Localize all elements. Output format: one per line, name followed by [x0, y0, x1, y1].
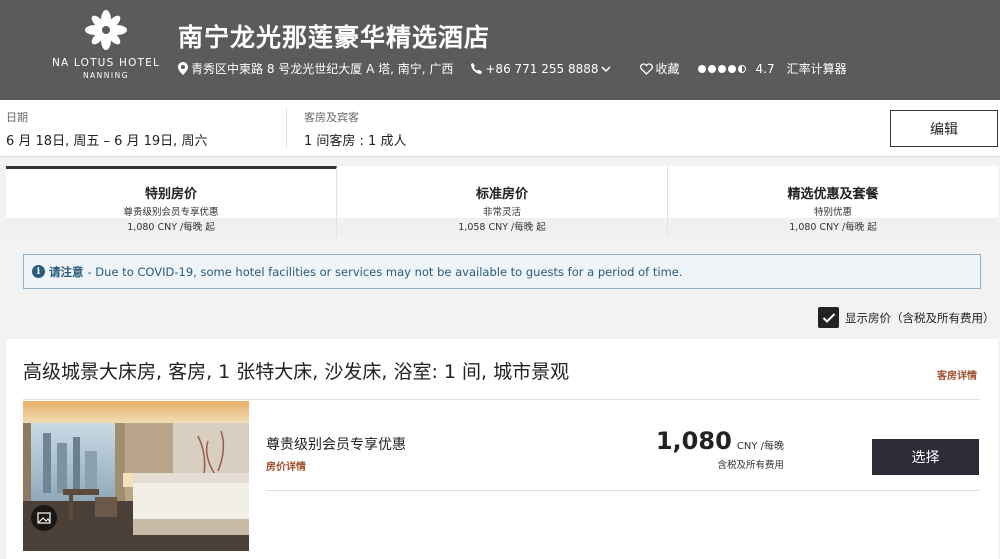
show-price-label: 显示房价（含税及所有费用） — [845, 310, 995, 325]
rating-link[interactable]: 4.7 — [697, 61, 775, 76]
rate-tabs: 特别房价 尊贵级别会员专享优惠 1,080 CNY /每晚 起 标准房价 非常灵… — [6, 166, 998, 238]
rating-dot — [707, 64, 716, 73]
price-block: 1,080 CNY /每晚 含税及所有费用 — [586, 427, 784, 471]
checkmark-icon — [822, 312, 835, 323]
price-amount: 1,080 — [655, 427, 732, 455]
info-icon: i — [32, 265, 45, 278]
tab-packages[interactable]: 精选优惠及套餐 特别优惠 1,080 CNY /每晚 起 — [668, 166, 998, 238]
tab-subtitle: 特别优惠 — [813, 207, 852, 218]
dates-label: 日期 — [6, 111, 28, 124]
room-photo-illustration — [23, 401, 249, 551]
tab-subtitle: 尊贵级别会员专享优惠 — [123, 207, 219, 218]
tab-price: 1,080 CNY /每晚 起 — [668, 218, 998, 238]
logo-subtext: NANNING — [82, 71, 130, 80]
tab-name: 标准房价 — [475, 187, 528, 202]
phone-text: +86 771 255 8888 — [485, 61, 599, 76]
room-details-link[interactable]: 客房详情 — [937, 367, 977, 382]
room-title: 高级城景大床房, 客房, 1 张特大床, 沙发床, 浴室: 1 间, 城市景观 — [23, 361, 570, 383]
rating-dot — [697, 64, 706, 73]
tab-price: 1,058 CNY /每晚 起 — [337, 218, 667, 238]
hotel-header: NA LOTUS HOTEL NANNING 南宁龙光那莲豪华精选酒店 青秀区中… — [0, 0, 1000, 100]
guests-summary[interactable]: 客房及宾客 1 间客房 : 1 成人 — [304, 109, 406, 149]
address-link[interactable]: 青秀区中柬路 8 号龙光世纪大厦 A 塔, 南宁, 广西 — [178, 60, 453, 77]
gallery-icon[interactable] — [31, 505, 57, 531]
hotel-info-row: 青秀区中柬路 8 号龙光世纪大厦 A 塔, 南宁, 广西 +86 771 255… — [178, 60, 847, 77]
tab-subtitle: 非常灵活 — [482, 207, 521, 218]
dates-value: 6 月 18日, 周五 – 6 月 19日, 周六 — [6, 134, 208, 149]
search-summary-bar: 日期 6 月 18日, 周五 – 6 月 19日, 周六 客房及宾客 1 间客房… — [0, 100, 1000, 157]
heart-icon — [639, 62, 653, 75]
lotus-icon — [85, 10, 127, 50]
dates-summary[interactable]: 日期 6 月 18日, 周五 – 6 月 19日, 周六 — [6, 109, 207, 149]
show-price-checkbox[interactable] — [818, 307, 839, 328]
address-text: 青秀区中柬路 8 号龙光世纪大厦 A 塔, 南宁, 广西 — [191, 62, 454, 76]
notice-text: - Due to COVID-19, some hotel facilities… — [87, 264, 683, 279]
show-price-toggle[interactable]: 显示房价（含税及所有费用） — [818, 307, 995, 328]
logo-text: NA LOTUS HOTEL — [51, 57, 161, 69]
guests-label: 客房及宾客 — [304, 111, 359, 124]
tab-price: 1,080 CNY /每晚 起 — [6, 218, 336, 238]
edit-button[interactable]: 编辑 — [890, 110, 998, 147]
room-divider — [23, 399, 979, 400]
search-divider — [286, 108, 287, 148]
guests-value: 1 间客房 : 1 成人 — [304, 134, 407, 149]
price-note: 含税及所有费用 — [717, 460, 784, 471]
rating-dots — [697, 64, 748, 73]
location-pin-icon — [178, 62, 188, 75]
rate-name: 尊贵级别会员专享优惠 — [266, 437, 406, 453]
tab-name: 特别房价 — [144, 187, 197, 202]
hotel-logo[interactable]: NA LOTUS HOTEL NANNING — [40, 8, 172, 80]
price-unit: CNY /每晚 — [736, 441, 784, 452]
select-button[interactable]: 选择 — [872, 439, 979, 475]
rate-details-link[interactable]: 房价详情 — [266, 458, 306, 473]
currency-calculator-link[interactable]: 汇率计算器 — [787, 60, 847, 77]
favorite-label: 收藏 — [655, 62, 680, 76]
favorite-button[interactable]: 收藏 — [639, 60, 680, 77]
tab-standard-rates[interactable]: 标准房价 非常灵活 1,058 CNY /每晚 起 — [337, 166, 668, 238]
rating-dot-half — [737, 64, 746, 73]
rate-divider — [266, 490, 979, 491]
room-photo[interactable] — [23, 401, 249, 551]
rating-dot — [727, 64, 736, 73]
tab-special-rates[interactable]: 特别房价 尊贵级别会员专享优惠 1,080 CNY /每晚 起 — [6, 166, 337, 238]
room-card: 高级城景大床房, 客房, 1 张特大床, 沙发床, 浴室: 1 间, 城市景观 … — [6, 339, 998, 559]
hotel-title: 南宁龙光那莲豪华精选酒店 — [178, 23, 491, 52]
tab-name: 精选优惠及套餐 — [787, 187, 879, 202]
phone-dropdown[interactable]: +86 771 255 8888 — [471, 62, 613, 76]
notice-title: 请注意 — [49, 264, 84, 279]
phone-icon — [471, 62, 483, 74]
covid-notice: i 请注意 - Due to COVID-19, some hotel faci… — [23, 254, 981, 289]
chevron-down-icon — [600, 65, 611, 72]
rating-dot — [717, 64, 726, 73]
rating-value: 4.7 — [755, 61, 775, 76]
